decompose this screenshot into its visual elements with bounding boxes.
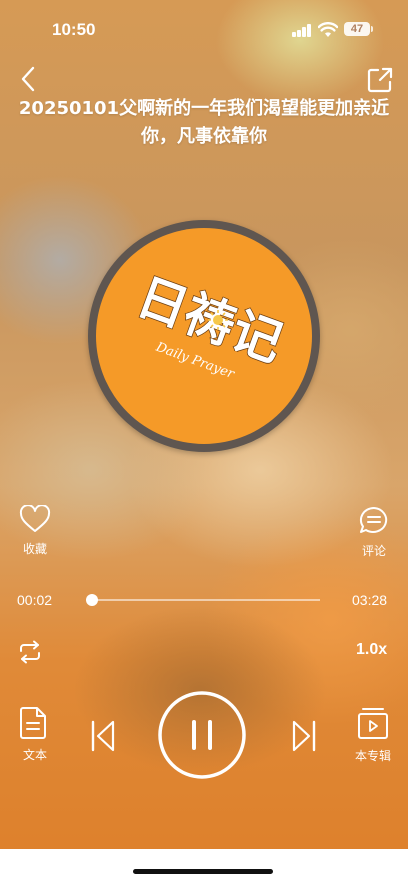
comment-icon bbox=[359, 506, 388, 533]
previous-track-button[interactable] bbox=[90, 719, 116, 753]
track-title: 20250101父啊新的一年我们渴望能更加亲近你，凡事依靠你 bbox=[18, 98, 390, 147]
sun-icon bbox=[208, 310, 228, 330]
cellular-signal-icon bbox=[292, 24, 312, 37]
favorite-label: 收藏 bbox=[22, 542, 47, 556]
pause-button[interactable] bbox=[157, 690, 247, 780]
album-button[interactable]: 本专辑 bbox=[350, 706, 396, 768]
repeat-button[interactable] bbox=[17, 640, 43, 664]
text-label: 文本 bbox=[22, 748, 47, 762]
document-icon bbox=[20, 707, 46, 739]
comment-label: 评论 bbox=[361, 544, 386, 558]
back-button[interactable] bbox=[17, 66, 39, 92]
heart-icon bbox=[19, 504, 51, 532]
battery-icon: 47 bbox=[344, 22, 370, 36]
album-label: 本专辑 bbox=[354, 749, 391, 763]
album-art-disc: 日祷记 Daily Prayer bbox=[88, 220, 320, 452]
logo-graphic: 日祷记 Daily Prayer bbox=[129, 266, 291, 382]
player-screen: 10:50 47 20250101父啊新的一年我们渴望能更加亲近你，凡事依靠你 … bbox=[0, 0, 408, 883]
next-track-button[interactable] bbox=[291, 719, 317, 753]
home-bar-area bbox=[0, 849, 408, 883]
playback-speed-button[interactable]: 1.0x bbox=[356, 641, 387, 659]
comment-button[interactable]: 评论 bbox=[353, 505, 395, 559]
status-time: 10:50 bbox=[52, 20, 96, 39]
playlist-icon bbox=[358, 708, 388, 739]
album-art-logo: 日祷记 Daily Prayer bbox=[96, 228, 312, 444]
favorite-button[interactable]: 收藏 bbox=[15, 504, 55, 557]
progress-slider[interactable] bbox=[86, 594, 320, 606]
battery-cap bbox=[371, 26, 373, 32]
text-button[interactable]: 文本 bbox=[18, 706, 52, 766]
progress-knob[interactable] bbox=[86, 594, 99, 606]
current-time: 00:02 bbox=[17, 592, 53, 608]
home-indicator[interactable] bbox=[133, 869, 273, 874]
share-button[interactable] bbox=[366, 66, 394, 94]
total-time: 03:28 bbox=[352, 592, 388, 608]
wifi-icon bbox=[318, 22, 338, 37]
